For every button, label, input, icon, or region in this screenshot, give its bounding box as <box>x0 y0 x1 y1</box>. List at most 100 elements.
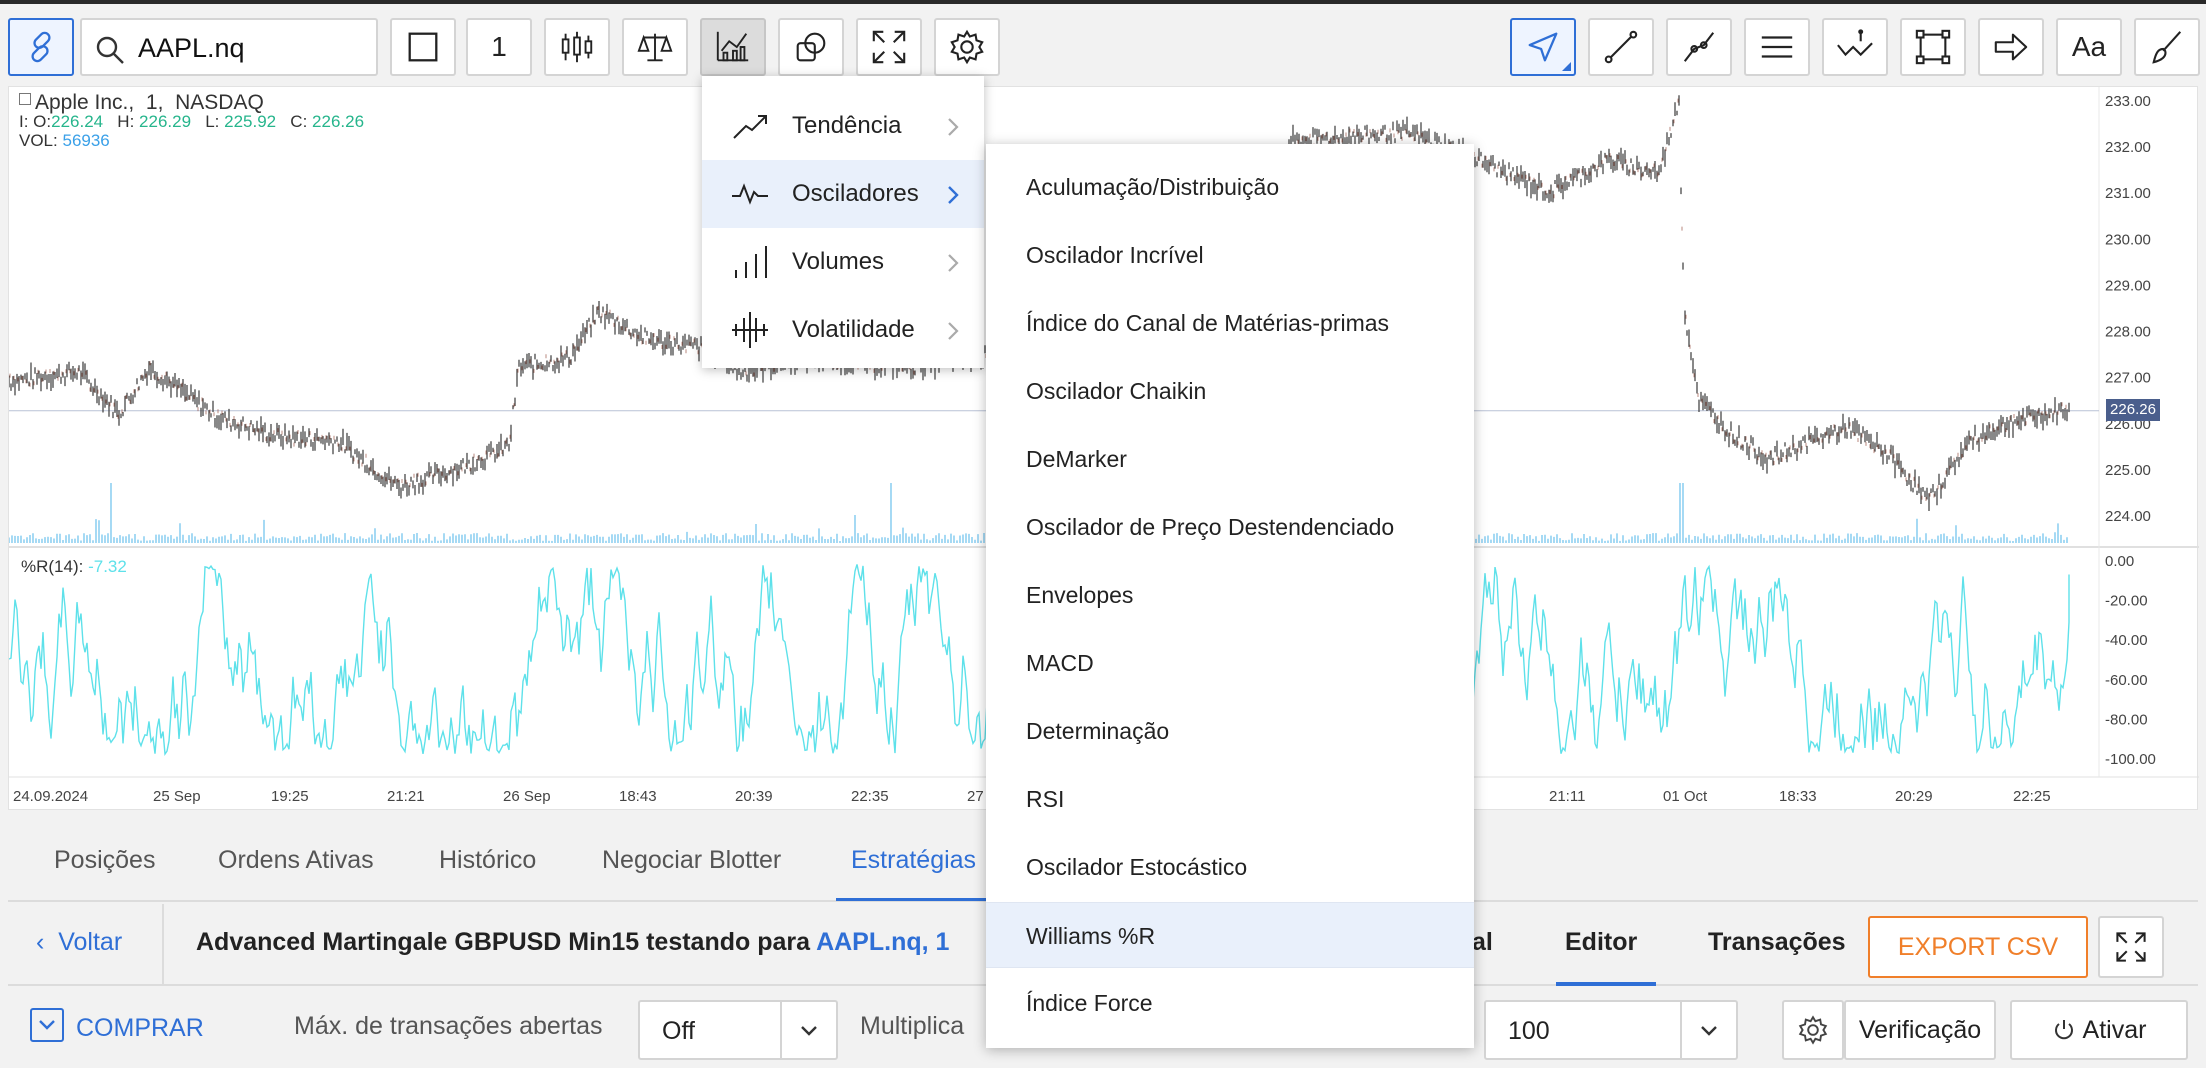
shapes-button[interactable] <box>778 18 844 76</box>
menu-item-label: Oscilador Chaikin <box>1026 378 1207 404</box>
menu-item-label: Índice Force <box>1026 990 1153 1016</box>
activate-label: Ativar <box>2082 1015 2147 1044</box>
close-value: 226.26 <box>312 112 365 131</box>
brush-tool-button[interactable] <box>2134 18 2200 76</box>
interval-button[interactable]: 1 <box>466 18 532 76</box>
time-tick-label: 21:11 <box>1549 788 1585 805</box>
buy-label[interactable]: COMPRAR <box>76 1014 204 1043</box>
sub-tab-editor[interactable]: Editor <box>1565 928 1637 957</box>
open-value: 226.24 <box>51 112 104 131</box>
max-open-trades-value: Off <box>662 1017 695 1045</box>
sub-tab-general[interactable]: al <box>1472 928 1493 957</box>
expand-panel-button[interactable] <box>2098 916 2164 978</box>
chevron-right-icon <box>948 118 959 136</box>
candles-button[interactable] <box>544 18 610 76</box>
menu-item-awesome-oscillator[interactable]: Oscilador Incrível <box>986 222 1474 288</box>
chart-settings-button[interactable] <box>934 18 1000 76</box>
sub-tab-transactions[interactable]: Transações <box>1708 928 1846 957</box>
oscillator-tick-label: 0.00 <box>2105 553 2134 570</box>
square-icon <box>408 32 438 62</box>
menu-item-volumes[interactable]: Volumes <box>702 228 984 296</box>
time-tick-label: 22:35 <box>851 788 889 805</box>
time-tick-label: 21:21 <box>387 788 425 805</box>
menu-item-label: RSI <box>1026 786 1065 812</box>
menu-item-volatility[interactable]: Volatilidade <box>702 296 984 364</box>
chevron-down-icon <box>39 1020 55 1030</box>
chart-legend: Apple Inc., 1, NASDAQ I: O:226.24 H: 226… <box>19 91 365 150</box>
menu-item-cci[interactable]: Índice do Canal de Matérias-primas <box>986 290 1474 356</box>
high-label: H: <box>117 112 135 131</box>
trend-line-icon <box>1683 32 1715 62</box>
time-tick-label: 27 <box>967 788 984 805</box>
strategy-settings-button[interactable] <box>1782 1000 1844 1060</box>
brush-icon <box>2152 31 2182 64</box>
pattern-icon <box>1837 29 1873 57</box>
export-csv-button[interactable]: EXPORT CSV <box>1868 916 2088 978</box>
trend-line-tool-button[interactable] <box>1666 18 1732 76</box>
symbol-input[interactable] <box>138 28 368 68</box>
chart-type-square-button[interactable] <box>390 18 456 76</box>
low-label: L: <box>205 112 220 131</box>
tab-strategies[interactable]: Estratégias <box>851 846 976 875</box>
horizontal-lines-tool-button[interactable] <box>1744 18 1810 76</box>
link-button[interactable] <box>8 18 74 76</box>
menu-item-label: Índice do Canal de Matérias-primas <box>1026 310 1390 336</box>
text-tool-button[interactable]: Aa <box>2056 18 2122 76</box>
time-tick-label: 18:43 <box>619 788 657 805</box>
tab-history[interactable]: Histórico <box>439 846 536 875</box>
tab-active-orders[interactable]: Ordens Ativas <box>218 846 374 875</box>
time-tick-label: 26 Sep <box>503 788 551 805</box>
close-label: C: <box>290 112 308 131</box>
menu-item-envelopes[interactable]: Envelopes <box>986 562 1474 628</box>
menu-item-rsi[interactable]: RSI <box>986 766 1474 832</box>
divider <box>162 904 164 986</box>
menu-item-stochastic[interactable]: Oscilador Estocástico <box>986 834 1474 900</box>
high-value: 226.29 <box>139 112 192 131</box>
menu-item-trend[interactable]: Tendência <box>702 92 984 160</box>
symbol-search[interactable] <box>80 18 378 76</box>
amount-select[interactable]: 100 <box>1484 1000 1738 1060</box>
menu-item-demarker[interactable]: DeMarker <box>986 426 1474 492</box>
menu-item-accumulation-distribution[interactable]: Aculumação/Distribuição <box>986 154 1474 220</box>
multiplier-label: Multiplica <box>860 1012 965 1040</box>
cursor-icon <box>1528 32 1558 62</box>
line-tool-button[interactable] <box>1588 18 1654 76</box>
max-open-trades-label: Máx. de transações abertas <box>294 1012 603 1040</box>
collapse-legend-icon[interactable] <box>19 93 31 105</box>
menu-item-label: Osciladores <box>792 180 919 207</box>
buy-checkbox[interactable] <box>30 1008 64 1042</box>
pattern-tool-button[interactable] <box>1822 18 1888 76</box>
menu-item-dpo[interactable]: Oscilador de Preço Destendenciado <box>986 494 1474 560</box>
price-tick-label: 225.00 <box>2105 462 2151 479</box>
oscillator-tick-label: -100.00 <box>2105 751 2156 768</box>
oscillator-tick-label: -40.00 <box>2105 632 2148 649</box>
menu-item-williams-r[interactable]: Williams %R <box>986 902 1474 968</box>
tab-positions[interactable]: Posições <box>54 846 155 875</box>
tab-trade-blotter[interactable]: Negociar Blotter <box>602 846 781 875</box>
indicator-category-menu: Tendência Osciladores Volumes Volatilida… <box>702 76 984 368</box>
rectangle-tool-button[interactable] <box>1900 18 1966 76</box>
menu-item-chaikin[interactable]: Oscilador Chaikin <box>986 358 1474 424</box>
verify-button[interactable]: Verificação <box>1844 1000 1996 1060</box>
instrument-interval: 1, <box>145 91 164 114</box>
indicators-button[interactable] <box>700 18 766 76</box>
back-button[interactable]: ‹ Voltar <box>36 928 122 957</box>
oscillator-value: -7.32 <box>88 557 127 576</box>
activate-button[interactable]: Ativar <box>2010 1000 2188 1060</box>
menu-item-oscillators[interactable]: Osciladores <box>702 160 984 228</box>
candlestick-icon <box>561 31 593 63</box>
price-tick-label: 230.00 <box>2105 231 2151 248</box>
arrow-tool-button[interactable] <box>1978 18 2044 76</box>
cursor-tool-button[interactable] <box>1510 18 1576 76</box>
strategy-symbol-link[interactable]: AAPL.nq, 1 <box>816 928 949 956</box>
menu-item-macd[interactable]: MACD <box>986 630 1474 696</box>
compare-button[interactable] <box>622 18 688 76</box>
instrument-name: Apple Inc., <box>35 91 135 114</box>
tool-dropdown-indicator <box>1562 62 1571 71</box>
fullscreen-button[interactable] <box>856 18 922 76</box>
time-tick-label: 24.09.2024 <box>13 788 88 805</box>
menu-item-label: Volumes <box>792 248 885 275</box>
menu-item-force-index[interactable]: Índice Force <box>986 970 1474 1036</box>
menu-item-determination[interactable]: Determinação <box>986 698 1474 764</box>
max-open-trades-select[interactable]: Off <box>638 1000 838 1060</box>
